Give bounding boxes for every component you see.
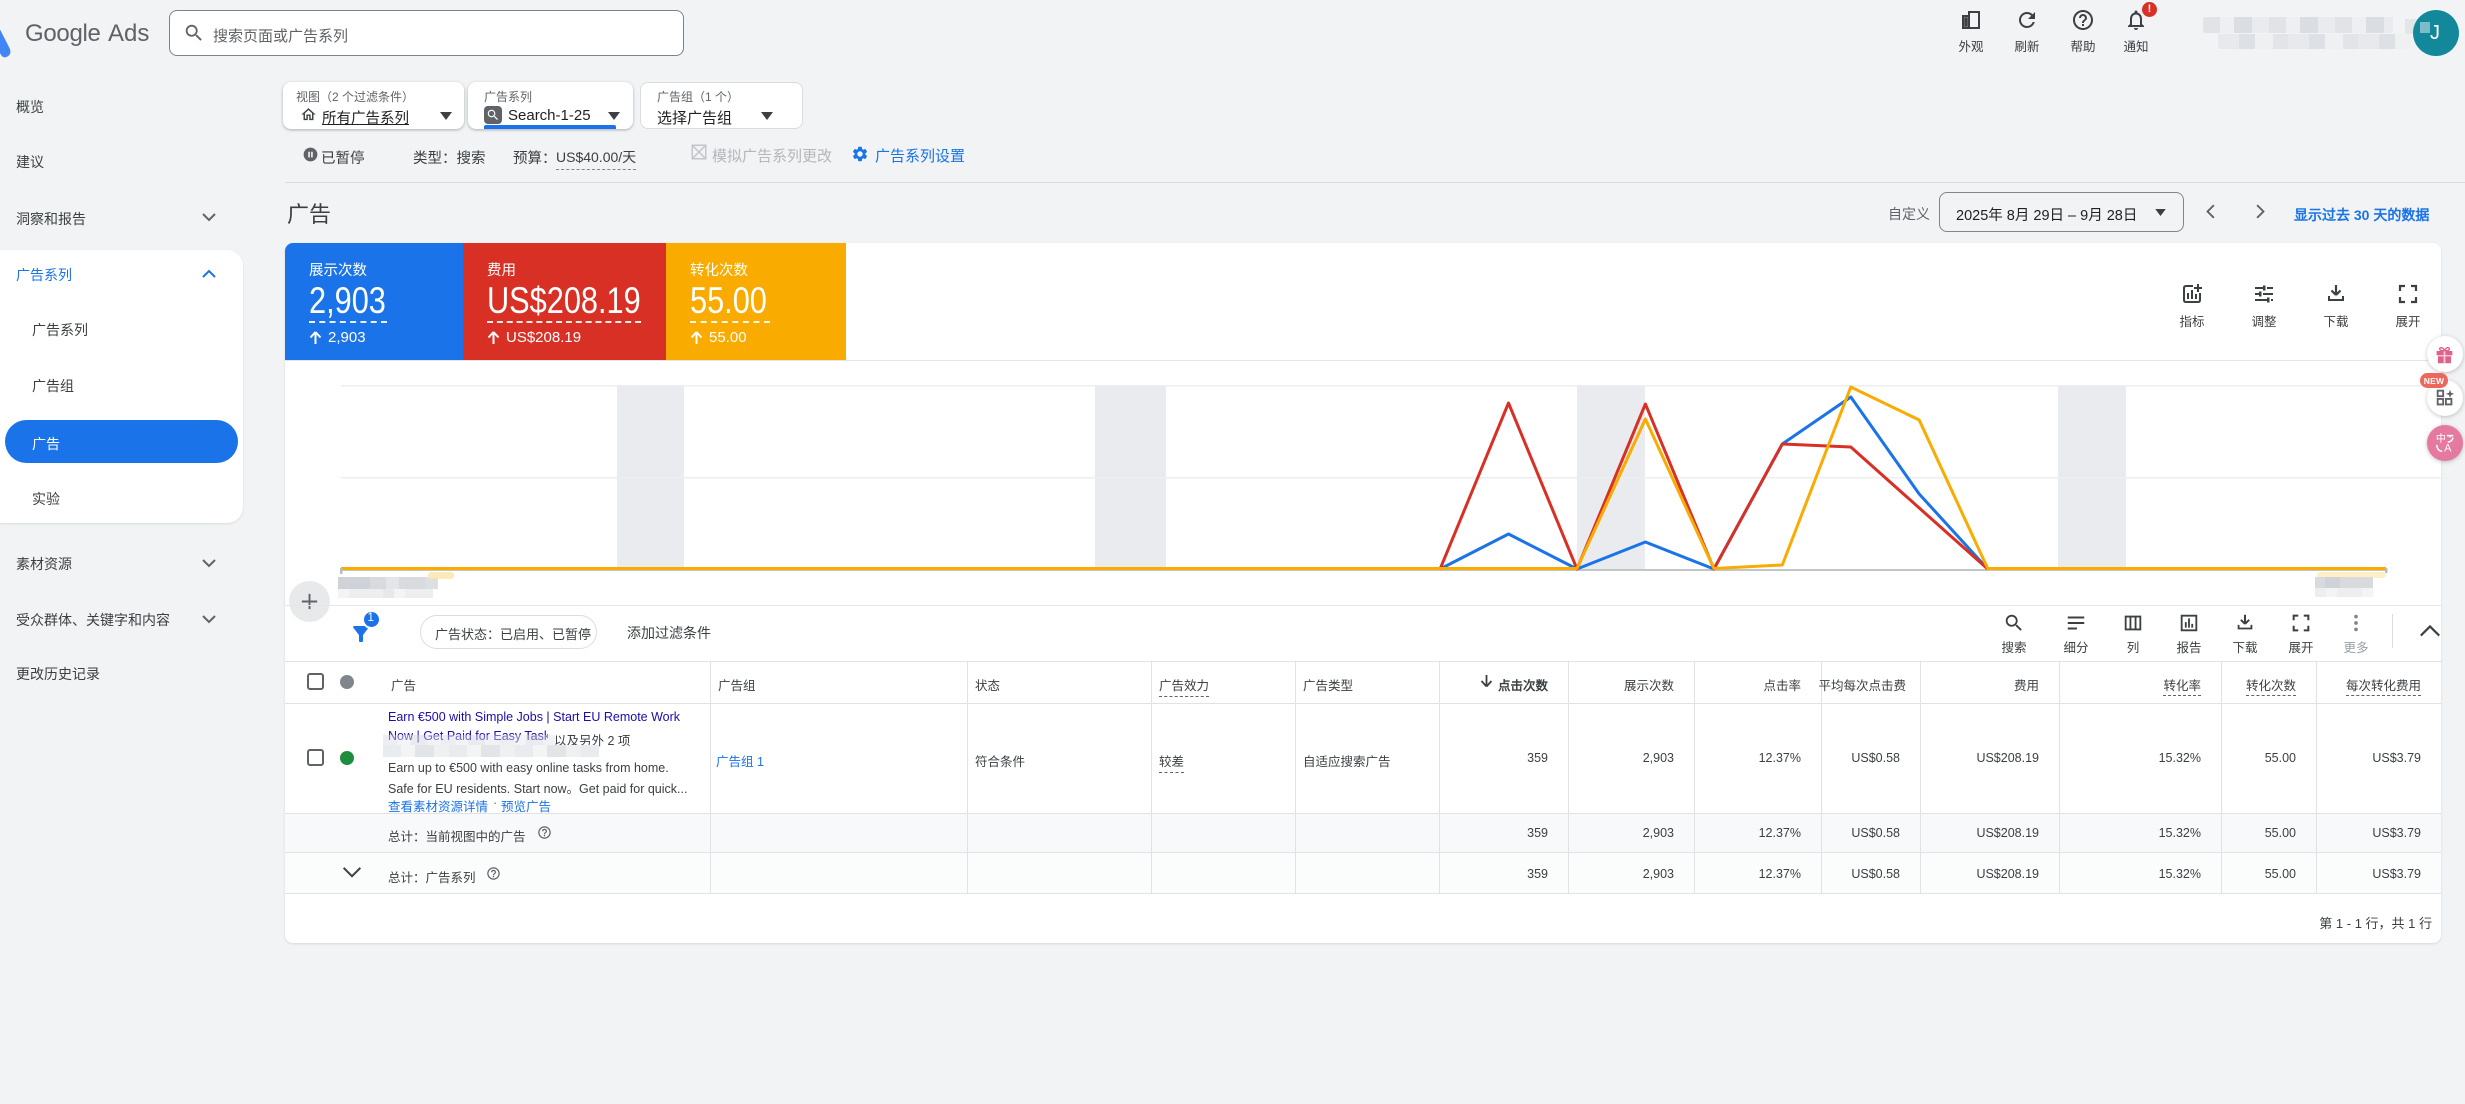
- svg-text:A: A: [2444, 442, 2452, 454]
